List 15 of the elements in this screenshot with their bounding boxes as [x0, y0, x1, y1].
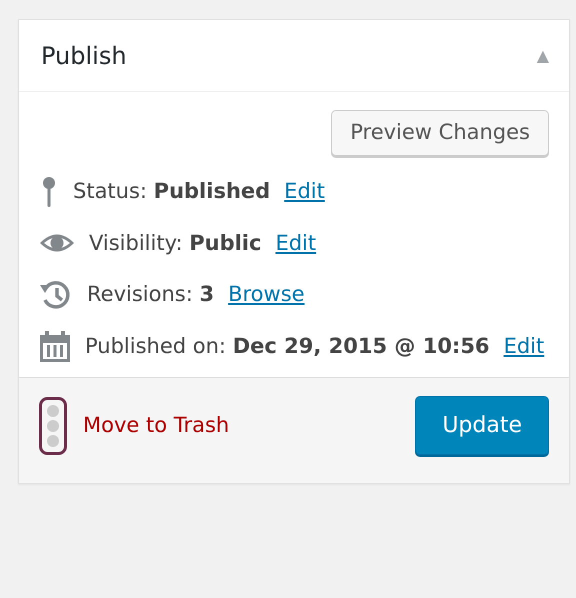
preview-changes-button[interactable]: Preview Changes — [331, 110, 549, 156]
calendar-icon — [39, 331, 71, 363]
meta-text: Published on: Dec 29, 2015 @ 10:56 — [85, 333, 490, 360]
panel-title: Publish — [41, 40, 127, 72]
meta-text: Status: Published — [73, 178, 270, 205]
edit-link[interactable]: Edit — [284, 176, 325, 208]
update-button[interactable]: Update — [415, 396, 549, 455]
dots-icon — [39, 396, 67, 454]
meta-text: Visibility: Public — [89, 230, 262, 256]
eye-icon — [39, 232, 75, 254]
edit-link[interactable]: Edit — [504, 331, 544, 363]
meta-text: Revisions: 3 — [87, 281, 214, 308]
edit-link[interactable]: Edit — [275, 228, 316, 259]
move-to-trash-link[interactable]: Move to Trash — [83, 410, 230, 442]
browse-link[interactable]: Browse — [228, 279, 305, 311]
